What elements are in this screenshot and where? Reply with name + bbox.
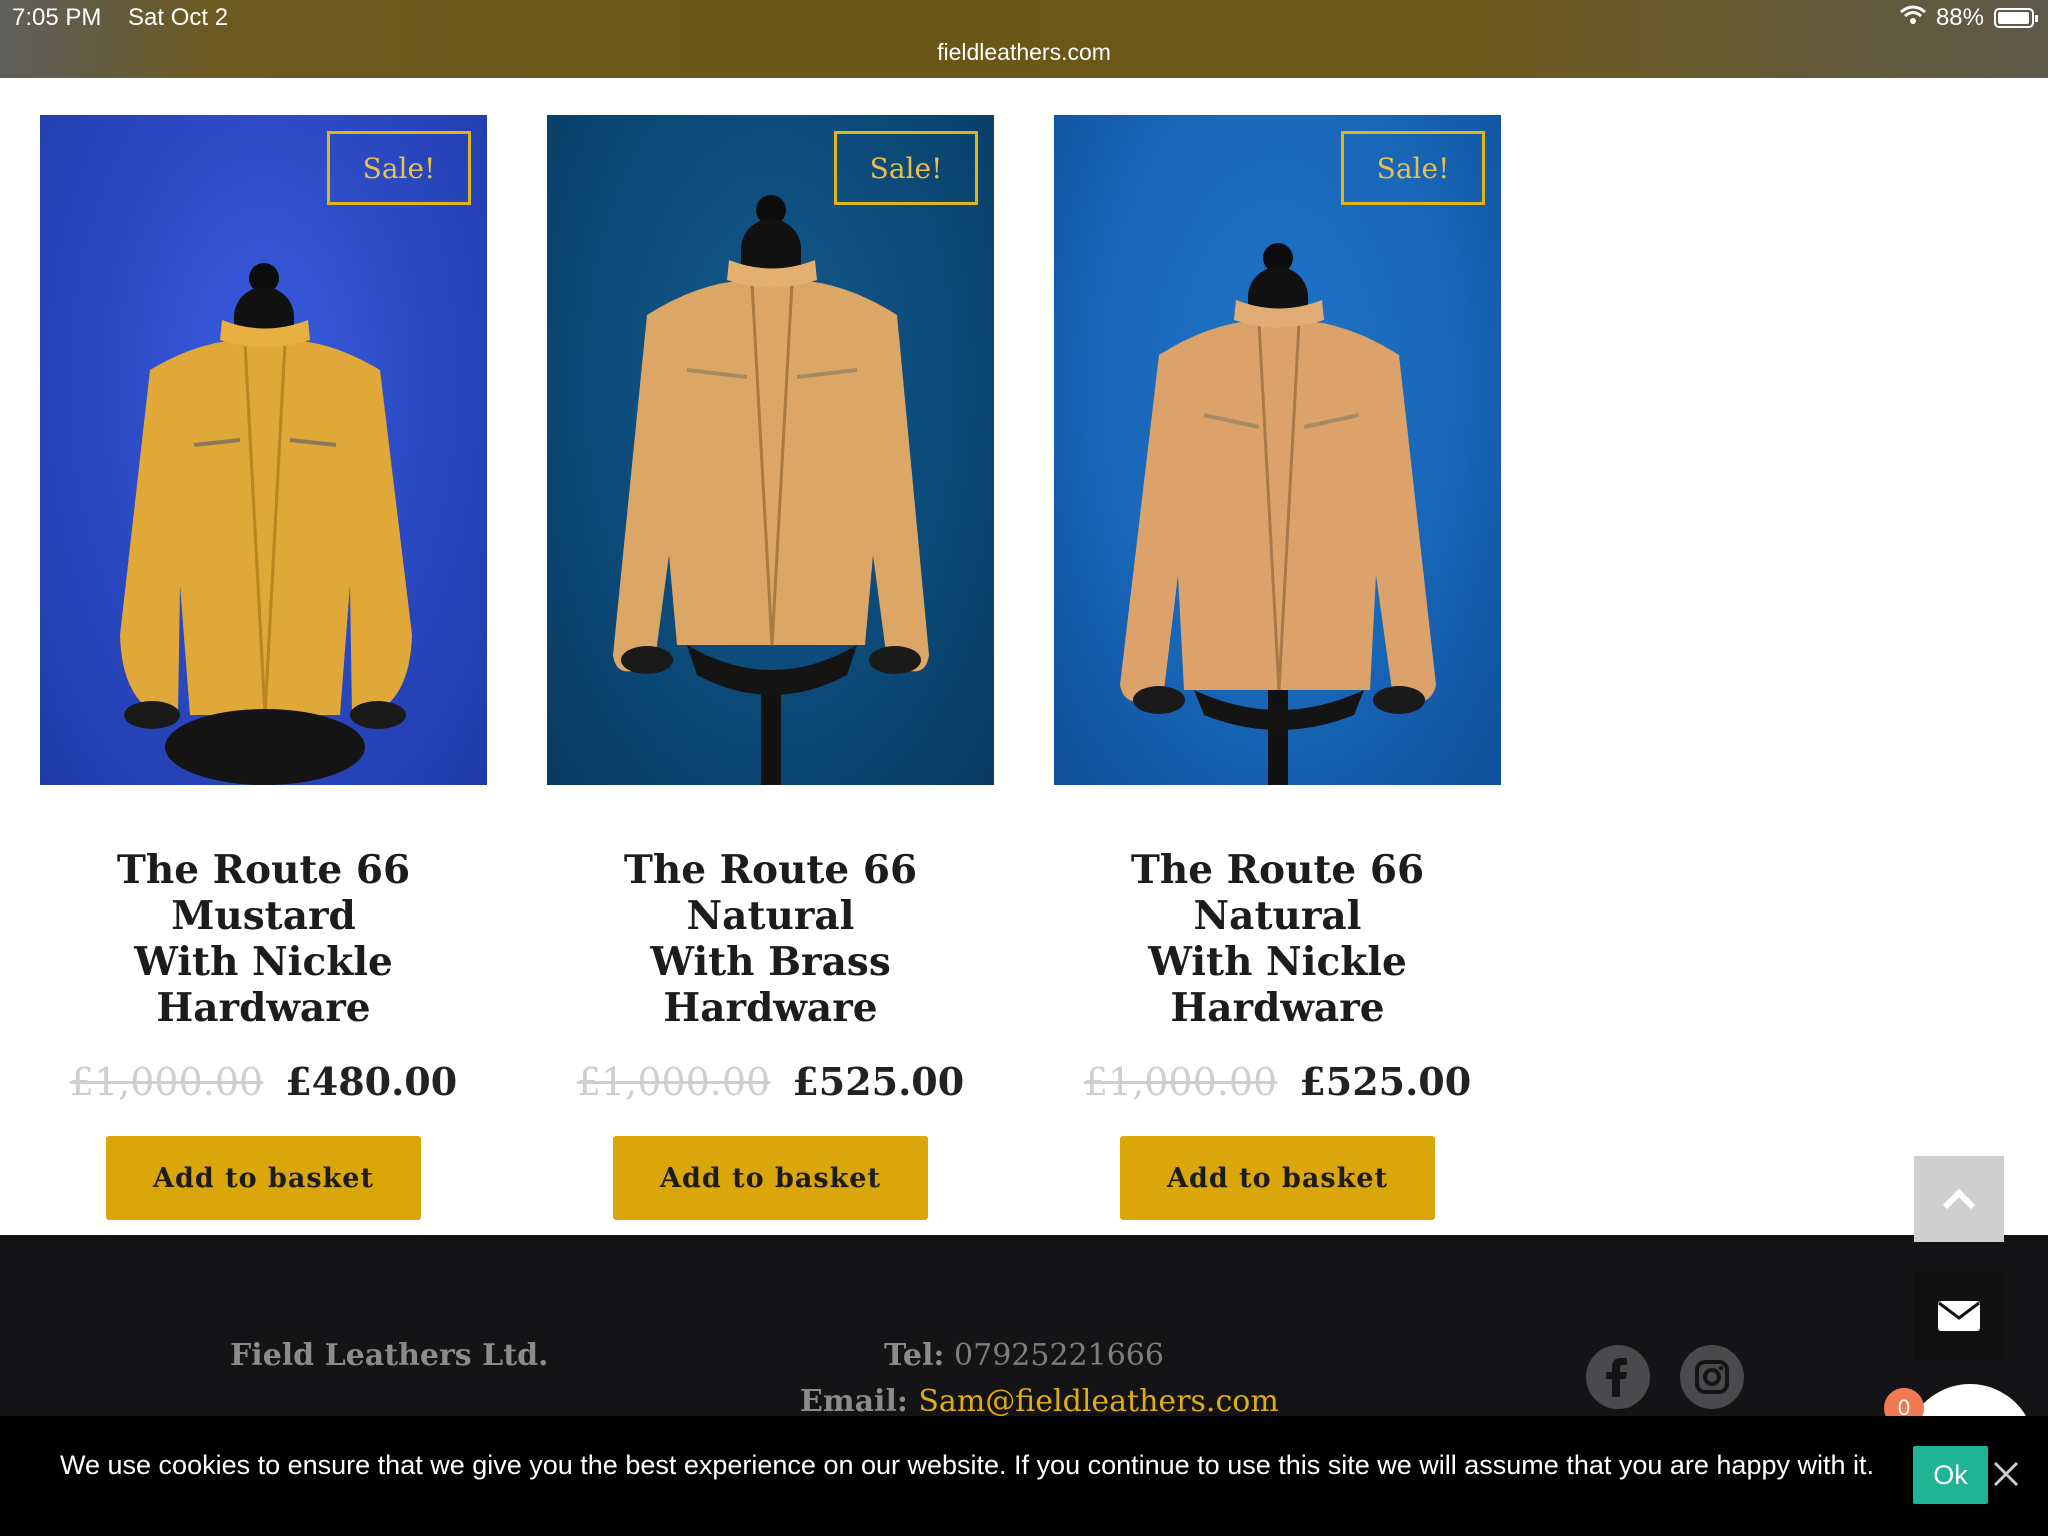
status-bar: 7:05 PM Sat Oct 2 fieldleathers.com 88% [0, 0, 2048, 78]
cookie-message: We use cookies to ensure that we give yo… [60, 1450, 1874, 1480]
tel-number[interactable]: 07925221666 [954, 1338, 1164, 1373]
close-icon[interactable] [1988, 1456, 2024, 1492]
wifi-icon [1899, 4, 1926, 32]
sale-price: £480.00 [285, 1059, 458, 1104]
product-title-line[interactable]: With Nickle Hardware [40, 939, 487, 1031]
product-image[interactable]: Sale! [1054, 115, 1501, 785]
add-to-basket-button[interactable]: Add to basket [613, 1136, 928, 1220]
product-title[interactable]: The Route 66 Natural With Nickle Hardwar… [1054, 847, 1501, 1031]
jacket-illustration [613, 260, 929, 695]
email-link[interactable]: Sam@fieldleathers.com [918, 1384, 1278, 1419]
price: £1,000.00 £480.00 [40, 1059, 487, 1104]
email-label: Email: [800, 1384, 908, 1419]
price: £1,000.00 £525.00 [1054, 1059, 1501, 1104]
footer-email: Email: Sam@fieldleathers.com [800, 1384, 1279, 1419]
jacket-illustration [1120, 300, 1436, 730]
price: £1,000.00 £525.00 [547, 1059, 994, 1104]
status-right: 88% [1899, 4, 2038, 32]
product-title-line[interactable]: The Route 66 Mustard [40, 847, 487, 939]
tel-label: Tel: [884, 1338, 945, 1373]
cookie-ok-button[interactable]: Ok [1913, 1446, 1988, 1504]
contact-mail-button[interactable] [1914, 1272, 2004, 1360]
cookie-banner: We use cookies to ensure that we give yo… [0, 1416, 2048, 1536]
envelope-icon [1938, 1301, 1980, 1331]
jacket-illustration [120, 320, 412, 785]
product-title-line[interactable]: The Route 66 Natural [547, 847, 994, 939]
product-image[interactable]: Sale! [547, 115, 994, 785]
add-to-basket-button[interactable]: Add to basket [106, 1136, 421, 1220]
product-card: Sale! The Route 66 Mustard With Nickle H… [40, 115, 487, 1220]
scroll-to-top-button[interactable] [1914, 1156, 2004, 1242]
status-time: 7:05 PM [12, 4, 102, 31]
old-price: £1,000.00 [1083, 1060, 1278, 1104]
facebook-icon[interactable] [1586, 1345, 1650, 1409]
address-bar-url[interactable]: fieldleathers.com [0, 39, 2048, 66]
product-title-line[interactable]: With Brass Hardware [547, 939, 994, 1031]
battery-percent: 88% [1935, 4, 1984, 31]
sale-price: £525.00 [792, 1059, 965, 1104]
product-title-line[interactable]: The Route 66 Natural [1054, 847, 1501, 939]
sale-price: £525.00 [1299, 1059, 1472, 1104]
chevron-up-icon [1942, 1188, 1976, 1210]
old-price: £1,000.00 [69, 1060, 264, 1104]
battery-icon [1994, 8, 2038, 28]
instagram-icon[interactable] [1680, 1345, 1744, 1409]
product-image[interactable]: Sale! [40, 115, 487, 785]
old-price: £1,000.00 [576, 1060, 771, 1104]
product-title-line[interactable]: With Nickle Hardware [1054, 939, 1501, 1031]
add-to-basket-button[interactable]: Add to basket [1120, 1136, 1435, 1220]
product-title[interactable]: The Route 66 Mustard With Nickle Hardwar… [40, 847, 487, 1031]
status-date: Sat Oct 2 [128, 4, 229, 31]
product-title[interactable]: The Route 66 Natural With Brass Hardware [547, 847, 994, 1031]
product-card: Sale! The Route 66 Natural With Nickle H… [1054, 115, 1501, 1220]
product-card: Sale! The Route 66 Natural With Brass Ha… [547, 115, 994, 1220]
